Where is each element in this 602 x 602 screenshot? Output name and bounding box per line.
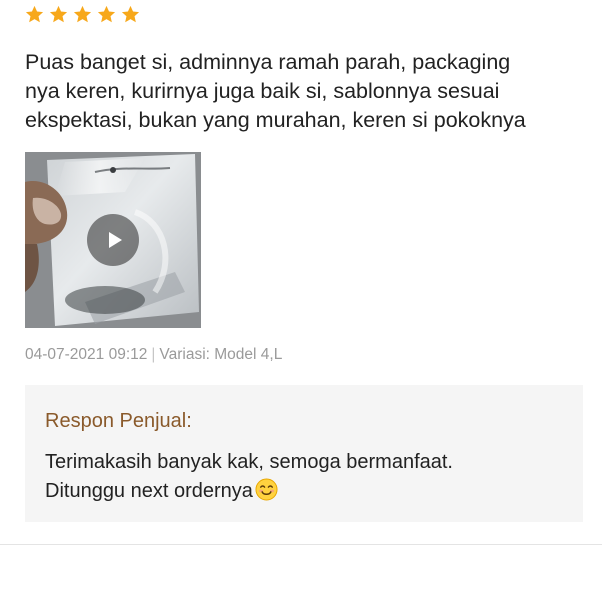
star-icon — [73, 5, 92, 23]
star-icon — [97, 5, 116, 23]
review-meta: 04-07-2021 09:12 | Variasi: Model 4,L — [25, 344, 282, 366]
review-video-thumbnail[interactable] — [25, 152, 201, 328]
seller-reply-text: Terimakasih banyak kak, semoga bermanfaa… — [45, 448, 565, 506]
review-text: Puas banget si, adminnya ramah parah, pa… — [25, 50, 526, 132]
star-icon — [25, 5, 44, 23]
play-button[interactable] — [87, 214, 139, 266]
seller-reply-message: Terimakasih banyak kak, semoga bermanfaa… — [45, 451, 453, 502]
star-icon — [121, 5, 140, 23]
smiling-face-emoji-icon — [255, 478, 278, 501]
meta-separator: | — [151, 346, 156, 363]
star-rating — [24, 4, 141, 28]
seller-reply-label: Respon Penjual: — [45, 410, 192, 432]
play-icon — [108, 232, 122, 248]
seller-reply-box: Respon Penjual: Terimakasih banyak kak, … — [25, 385, 583, 522]
review-date: 04-07-2021 09:12 — [25, 346, 148, 363]
star-icon — [49, 5, 68, 23]
review-variation: Variasi: Model 4,L — [159, 346, 283, 363]
review-card: Puas banget si, adminnya ramah parah, pa… — [0, 0, 602, 545]
review-divider — [0, 544, 602, 545]
